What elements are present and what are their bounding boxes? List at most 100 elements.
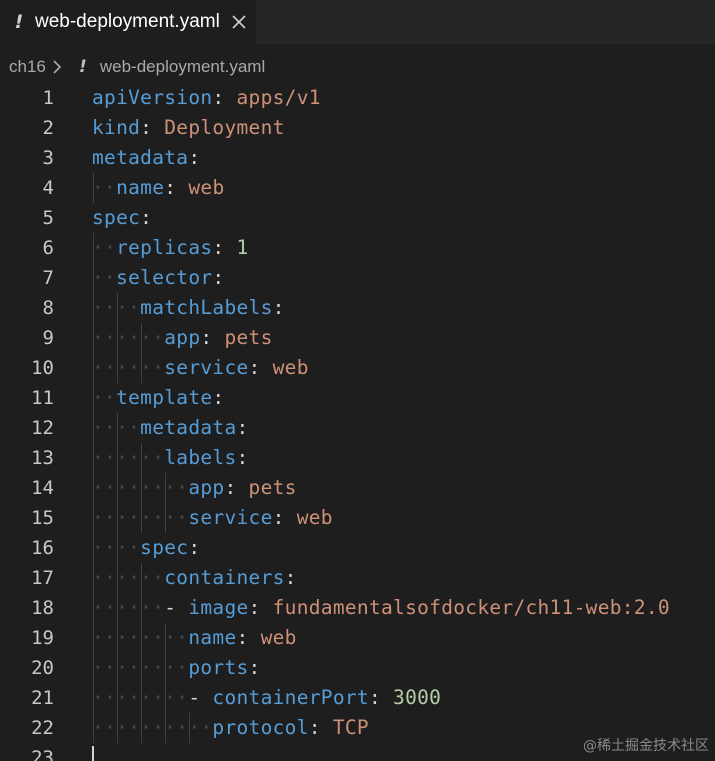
code-line[interactable]: 10 ······service: web	[0, 353, 715, 383]
colon: :	[212, 86, 225, 109]
colon: :	[188, 146, 201, 169]
yaml-value: pets	[224, 326, 273, 349]
indent-guide	[117, 683, 119, 713]
indent-guide	[117, 473, 119, 503]
line-number: 17	[31, 567, 54, 589]
code-content: ··template:	[92, 383, 224, 413]
colon: :	[248, 356, 261, 379]
code-line[interactable]: 2 kind: Deployment	[0, 113, 715, 143]
code-line[interactable]: 12 ····metadata:	[0, 413, 715, 443]
breadcrumb-file[interactable]: web-deployment.yaml	[100, 57, 265, 77]
colon: :	[248, 656, 261, 679]
yaml-value: 3000	[393, 686, 442, 709]
code-line[interactable]: 16 ····spec:	[0, 533, 715, 563]
code-line[interactable]: 11 ··template:	[0, 383, 715, 413]
code-line[interactable]: 20 ········ports:	[0, 653, 715, 683]
yaml-key: name	[116, 176, 165, 199]
colon: :	[236, 626, 249, 649]
indent-guide	[93, 683, 94, 713]
indent-guide	[141, 653, 143, 683]
code-content: apiVersion: apps/v1	[92, 83, 321, 113]
code-line[interactable]: 9 ······app: pets	[0, 323, 715, 353]
indent-guide	[93, 353, 94, 383]
line-number: 6	[42, 237, 54, 259]
tab-web-deployment-yaml[interactable]: ! web-deployment.yaml	[0, 0, 256, 44]
indent-guide	[165, 473, 167, 503]
code-content: ··selector:	[92, 263, 224, 293]
code-line[interactable]: 5 spec:	[0, 203, 715, 233]
colon: :	[188, 536, 201, 559]
colon: :	[200, 326, 213, 349]
yaml-key: ports	[188, 656, 249, 679]
code-line[interactable]: 21 ········- containerPort: 3000	[0, 683, 715, 713]
code-content: ··replicas: 1	[92, 233, 249, 263]
line-number: 15	[31, 507, 54, 529]
colon: :	[140, 206, 153, 229]
code-line[interactable]: 18 ······- image: fundamentalsofdocker/ch…	[0, 593, 715, 623]
indent-whitespace: ··	[92, 266, 117, 289]
indent-whitespace: ······	[92, 566, 165, 589]
colon: :	[272, 506, 285, 529]
indent-whitespace: ··	[92, 386, 117, 409]
code-line[interactable]: 13 ······labels:	[0, 443, 715, 473]
code-content: ········service: web	[92, 503, 333, 533]
colon: :	[224, 476, 237, 499]
yaml-key: apiVersion	[92, 86, 213, 109]
close-icon[interactable]	[230, 13, 248, 31]
line-number: 20	[31, 657, 54, 679]
line-number: 11	[31, 387, 54, 409]
code-line[interactable]: 4 ··name: web	[0, 173, 715, 203]
code-content: kind: Deployment	[92, 113, 285, 143]
indent-guide	[93, 473, 94, 503]
indent-guide	[117, 503, 119, 533]
yaml-value: 1	[236, 236, 249, 259]
indent-guide	[141, 323, 143, 353]
code-content: metadata:	[92, 143, 200, 173]
indent-whitespace: ····	[92, 536, 141, 559]
code-content: ······containers:	[92, 563, 297, 593]
yaml-value: fundamentalsofdocker/ch11-web:2.0	[272, 596, 670, 619]
code-content: ····metadata:	[92, 413, 249, 443]
indent-whitespace: ········	[92, 476, 189, 499]
indent-guide	[165, 503, 167, 533]
yaml-key: selector	[116, 266, 213, 289]
code-content: ········app: pets	[92, 473, 297, 503]
code-line[interactable]: 19 ········name: web	[0, 623, 715, 653]
code-line[interactable]: 17 ······containers:	[0, 563, 715, 593]
line-number: 18	[31, 597, 54, 619]
line-number: 9	[42, 327, 54, 349]
code-content: ··name: web	[92, 173, 224, 203]
list-dash: -	[164, 596, 189, 619]
indent-guide	[141, 683, 143, 713]
indent-guide	[117, 443, 119, 473]
code-line[interactable]: 7 ··selector:	[0, 263, 715, 293]
breadcrumb-folder[interactable]: ch16	[9, 57, 46, 77]
line-number: 23	[31, 747, 54, 761]
code-editor[interactable]: 1 apiVersion: apps/v1 2 kind: Deployment 3 me…	[0, 82, 715, 761]
indent-guide	[93, 503, 94, 533]
code-line[interactable]: 14 ········app: pets	[0, 473, 715, 503]
code-content: ····matchLabels:	[92, 293, 285, 323]
line-number: 8	[42, 297, 54, 319]
line-number: 1	[42, 87, 54, 109]
yaml-key: spec	[92, 206, 141, 229]
indent-whitespace: ····	[92, 416, 141, 439]
code-line[interactable]: 8 ····matchLabels:	[0, 293, 715, 323]
code-line[interactable]: 6 ··replicas: 1	[0, 233, 715, 263]
line-number: 19	[31, 627, 54, 649]
code-line[interactable]: 15 ········service: web	[0, 503, 715, 533]
code-line[interactable]: 1 apiVersion: apps/v1	[0, 83, 715, 113]
indent-guide	[93, 263, 94, 293]
code-line[interactable]: 3 metadata:	[0, 143, 715, 173]
line-number: 16	[31, 537, 54, 559]
indent-guide	[93, 383, 94, 413]
yaml-value: TCP	[332, 716, 369, 739]
indent-whitespace: ······	[92, 596, 165, 619]
yaml-key: service	[164, 356, 249, 379]
indent-guide	[117, 623, 119, 653]
code-content: ····spec:	[92, 533, 200, 563]
